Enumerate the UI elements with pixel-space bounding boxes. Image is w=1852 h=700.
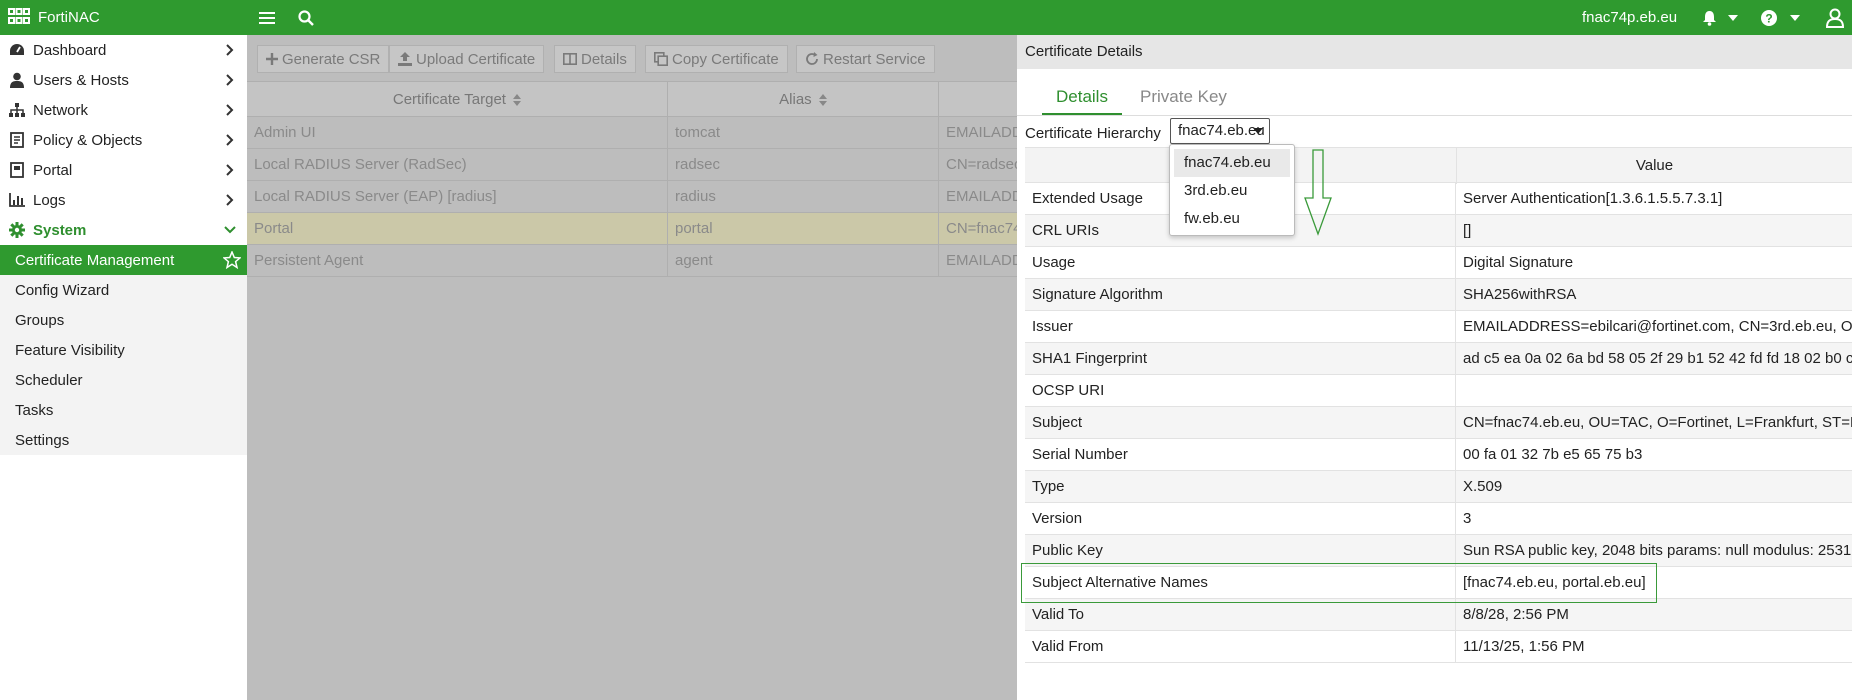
table-row-selected[interactable]: Portal portal CN=fnac74 bbox=[247, 213, 1017, 245]
certificate-hierarchy-select[interactable]: fnac74.eb.eu bbox=[1170, 118, 1270, 144]
chevron-down-icon bbox=[223, 223, 237, 237]
sidebar-item-logs[interactable]: Logs bbox=[0, 185, 247, 215]
sort-icon bbox=[513, 94, 522, 107]
hierarchy-option-3rd[interactable]: 3rd.eb.eu bbox=[1174, 177, 1290, 205]
detail-row-crl-uris: CRL URIs[] bbox=[1025, 215, 1852, 247]
detail-row-usage: Usage Digital Signature bbox=[1025, 247, 1852, 279]
detail-row-serial-number: Serial Number 00 fa 01 32 7b e5 65 75 b3 bbox=[1025, 439, 1852, 471]
detail-row-ocsp-uri: OCSP URI bbox=[1025, 375, 1852, 407]
restart-service-button[interactable]: Restart Service bbox=[796, 45, 935, 73]
tab-details[interactable]: Details bbox=[1042, 79, 1122, 115]
hierarchy-option-fnac74[interactable]: fnac74.eb.eu bbox=[1174, 149, 1290, 177]
column-header-alias[interactable]: Alias bbox=[668, 82, 939, 118]
grid-header: Certificate Target Alias bbox=[247, 81, 1017, 118]
caret-down-icon bbox=[1253, 128, 1263, 134]
star-icon[interactable] bbox=[222, 250, 242, 270]
sidebar-item-certificate-management[interactable]: Certificate Management bbox=[0, 245, 247, 275]
certificate-list-area: Generate CSR Upload Certificate Details … bbox=[247, 35, 1017, 700]
policy-icon bbox=[8, 131, 26, 149]
sidebar-item-settings[interactable]: Settings bbox=[0, 425, 247, 455]
host-name[interactable]: fnac74p.eb.eu bbox=[1582, 0, 1677, 35]
hamburger-icon[interactable] bbox=[257, 0, 277, 35]
grid-icon bbox=[8, 7, 30, 28]
sidebar-item-system[interactable]: System bbox=[0, 215, 247, 245]
certificate-hierarchy-label: Certificate Hierarchy bbox=[1025, 125, 1161, 142]
table-row[interactable]: Admin UI tomcat EMAILADDRESS bbox=[247, 117, 1017, 149]
value-column-header: Value bbox=[1456, 148, 1852, 184]
user-icon[interactable] bbox=[1824, 0, 1846, 35]
svg-text:?: ? bbox=[1765, 11, 1772, 25]
table-row[interactable]: Persistent Agent agent EMAILADDRESS bbox=[247, 245, 1017, 277]
sidebar-item-config-wizard[interactable]: Config Wizard bbox=[0, 275, 247, 305]
help-icon[interactable]: ? bbox=[1760, 0, 1778, 35]
chevron-right-icon bbox=[223, 103, 237, 117]
sidebar-item-feature-visibility[interactable]: Feature Visibility bbox=[0, 335, 247, 365]
details-table-header: Value bbox=[1025, 147, 1852, 184]
user-icon bbox=[8, 71, 26, 89]
sidebar-item-scheduler[interactable]: Scheduler bbox=[0, 365, 247, 395]
gear-icon bbox=[8, 221, 26, 239]
search-icon[interactable] bbox=[296, 0, 316, 35]
certificate-hierarchy-dropdown: fnac74.eb.eu 3rd.eb.eu fw.eb.eu bbox=[1169, 144, 1295, 236]
detail-row-signature-algorithm: Signature Algorithm SHA256withRSA bbox=[1025, 279, 1852, 311]
dashboard-icon bbox=[8, 41, 26, 59]
arrow-down-annotation bbox=[1304, 149, 1332, 236]
chevron-right-icon bbox=[223, 43, 237, 57]
sidebar-item-tasks[interactable]: Tasks bbox=[0, 395, 247, 425]
sidebar-item-network[interactable]: Network bbox=[0, 95, 247, 125]
refresh-icon bbox=[806, 52, 818, 65]
brand[interactable]: FortiNAC bbox=[8, 0, 100, 35]
upload-icon bbox=[398, 52, 412, 66]
hierarchy-option-fw[interactable]: fw.eb.eu bbox=[1174, 205, 1290, 233]
tab-divider bbox=[1017, 115, 1852, 116]
sort-icon bbox=[818, 94, 827, 107]
detail-row-version: Version 3 bbox=[1025, 503, 1852, 535]
detail-row-sha1-fingerprint: SHA1 Fingerprint ad c5 ea 0a 02 6a bd 58 … bbox=[1025, 343, 1852, 375]
bell-icon[interactable] bbox=[1700, 0, 1718, 35]
detail-row-valid-to: Valid To 8/8/28, 2:56 PM bbox=[1025, 599, 1852, 631]
detail-row-valid-from: Valid From 11/13/25, 1:56 PM bbox=[1025, 631, 1852, 663]
sidebar: Dashboard Users & Hosts Network Policy &… bbox=[0, 35, 247, 700]
panel-title: Certificate Details bbox=[1017, 35, 1852, 69]
chevron-right-icon bbox=[223, 73, 237, 87]
san-highlight-box bbox=[1021, 563, 1657, 603]
column-header-certificate-target[interactable]: Certificate Target bbox=[247, 82, 668, 118]
chevron-down-icon[interactable] bbox=[1726, 0, 1740, 35]
portal-icon bbox=[8, 161, 26, 179]
copy-icon bbox=[654, 52, 668, 66]
copy-certificate-button[interactable]: Copy Certificate bbox=[645, 45, 788, 73]
tab-private-key[interactable]: Private Key bbox=[1126, 79, 1241, 115]
logs-icon bbox=[8, 191, 26, 209]
detail-row-issuer: Issuer EMAILADDRESS=ebilcari@fortinet.com… bbox=[1025, 311, 1852, 343]
sidebar-item-dashboard[interactable]: Dashboard bbox=[0, 35, 247, 65]
sidebar-item-portal[interactable]: Portal bbox=[0, 155, 247, 185]
app-name: FortiNAC bbox=[38, 9, 100, 26]
chevron-right-icon bbox=[223, 193, 237, 207]
chevron-right-icon bbox=[223, 163, 237, 177]
columns-icon bbox=[563, 53, 577, 65]
chevron-down-icon[interactable] bbox=[1788, 0, 1802, 35]
upload-certificate-button[interactable]: Upload Certificate bbox=[389, 45, 545, 73]
detail-row-extended-usage: Extended Usage Server Authentication[1.3.… bbox=[1025, 183, 1852, 215]
generate-csr-button[interactable]: Generate CSR bbox=[257, 45, 390, 73]
sidebar-item-policy-objects[interactable]: Policy & Objects bbox=[0, 125, 247, 155]
sidebar-item-users-hosts[interactable]: Users & Hosts bbox=[0, 65, 247, 95]
column-header-subject[interactable] bbox=[939, 82, 1017, 118]
chevron-right-icon bbox=[223, 133, 237, 147]
table-row[interactable]: Local RADIUS Server (RadSec) radsec CN=r… bbox=[247, 149, 1017, 181]
network-icon bbox=[8, 101, 26, 119]
plus-icon bbox=[266, 53, 278, 65]
detail-row-type: Type X.509 bbox=[1025, 471, 1852, 503]
detail-row-subject: Subject CN=fnac74.eb.eu, OU=TAC, O=Fortin… bbox=[1025, 407, 1852, 439]
table-row[interactable]: Local RADIUS Server (EAP) [radius] radiu… bbox=[247, 181, 1017, 213]
top-bar: FortiNAC fnac74p.eb.eu ? bbox=[0, 0, 1852, 35]
sidebar-item-groups[interactable]: Groups bbox=[0, 305, 247, 335]
details-button[interactable]: Details bbox=[554, 45, 636, 73]
